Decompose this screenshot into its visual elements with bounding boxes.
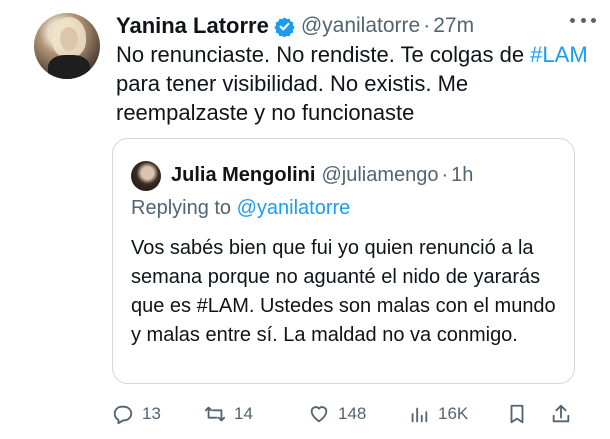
quoted-header-separator: · (441, 163, 449, 186)
replying-handle-link[interactable]: @yanilatorre (237, 197, 351, 219)
tweet-text: No renunciaste. No rendiste. Te colgas d… (116, 40, 596, 127)
quoted-tweet-card[interactable]: Julia Mengolini @juliamengo · 1h Replyin… (112, 138, 575, 384)
bookmark-button[interactable] (506, 398, 528, 430)
avatar-body (48, 55, 90, 79)
avatar-face (60, 27, 78, 51)
repost-count: 14 (234, 404, 253, 423)
tweet-time[interactable]: 27m (433, 14, 474, 38)
like-icon (310, 406, 328, 423)
quoted-tweet-header: Julia Mengolini @juliamengo · 1h (171, 159, 473, 191)
repost-icon (204, 406, 226, 422)
repost-button[interactable]: 14 (204, 398, 253, 430)
quoted-tweet-time[interactable]: 1h (451, 164, 473, 187)
more-dot (570, 17, 575, 23)
like-count: 148 (338, 404, 367, 423)
quoted-author-handle[interactable]: @juliamengo (321, 164, 438, 187)
quoted-author-name[interactable]: Julia Mengolini (171, 164, 315, 187)
quoted-author-avatar[interactable] (131, 161, 161, 191)
more-dot (580, 17, 586, 23)
tweet-hashtag-link[interactable]: #LAM (530, 42, 587, 67)
author-handle[interactable]: @yanilatorre (301, 14, 420, 38)
tweet-actions-bar: 13 14 148 16K (112, 398, 582, 430)
tweet-text-part1: No renunciaste. No rendiste. Te colgas d… (116, 42, 531, 67)
reply-icon (113, 405, 133, 425)
header-separator: · (423, 14, 431, 37)
views-count: 16K (438, 404, 469, 423)
author-avatar[interactable] (34, 13, 100, 79)
reply-count: 13 (142, 404, 161, 423)
more-icon[interactable] (570, 13, 596, 27)
tweet-header: Yanina Latorre @yanilatorre · 27m (116, 12, 474, 40)
views-button[interactable]: 16K (408, 398, 468, 430)
tweet-text-part2: para tener visibilidad. No existis. Me r… (116, 71, 469, 125)
share-button[interactable] (550, 398, 572, 430)
more-dot (591, 17, 596, 23)
views-icon (411, 407, 428, 423)
verified-badge-icon (274, 16, 295, 37)
bookmark-icon (510, 404, 524, 424)
quoted-tweet-text: Vos sabés bien que fui yo quien renunció… (131, 234, 561, 350)
replying-prefix: Replying to (131, 197, 237, 219)
share-icon (552, 404, 570, 423)
author-name[interactable]: Yanina Latorre (116, 13, 269, 39)
replying-to-line: Replying to @yanilatorre (131, 197, 350, 220)
reply-button[interactable]: 13 (112, 398, 161, 430)
like-button[interactable]: 148 (308, 398, 366, 430)
